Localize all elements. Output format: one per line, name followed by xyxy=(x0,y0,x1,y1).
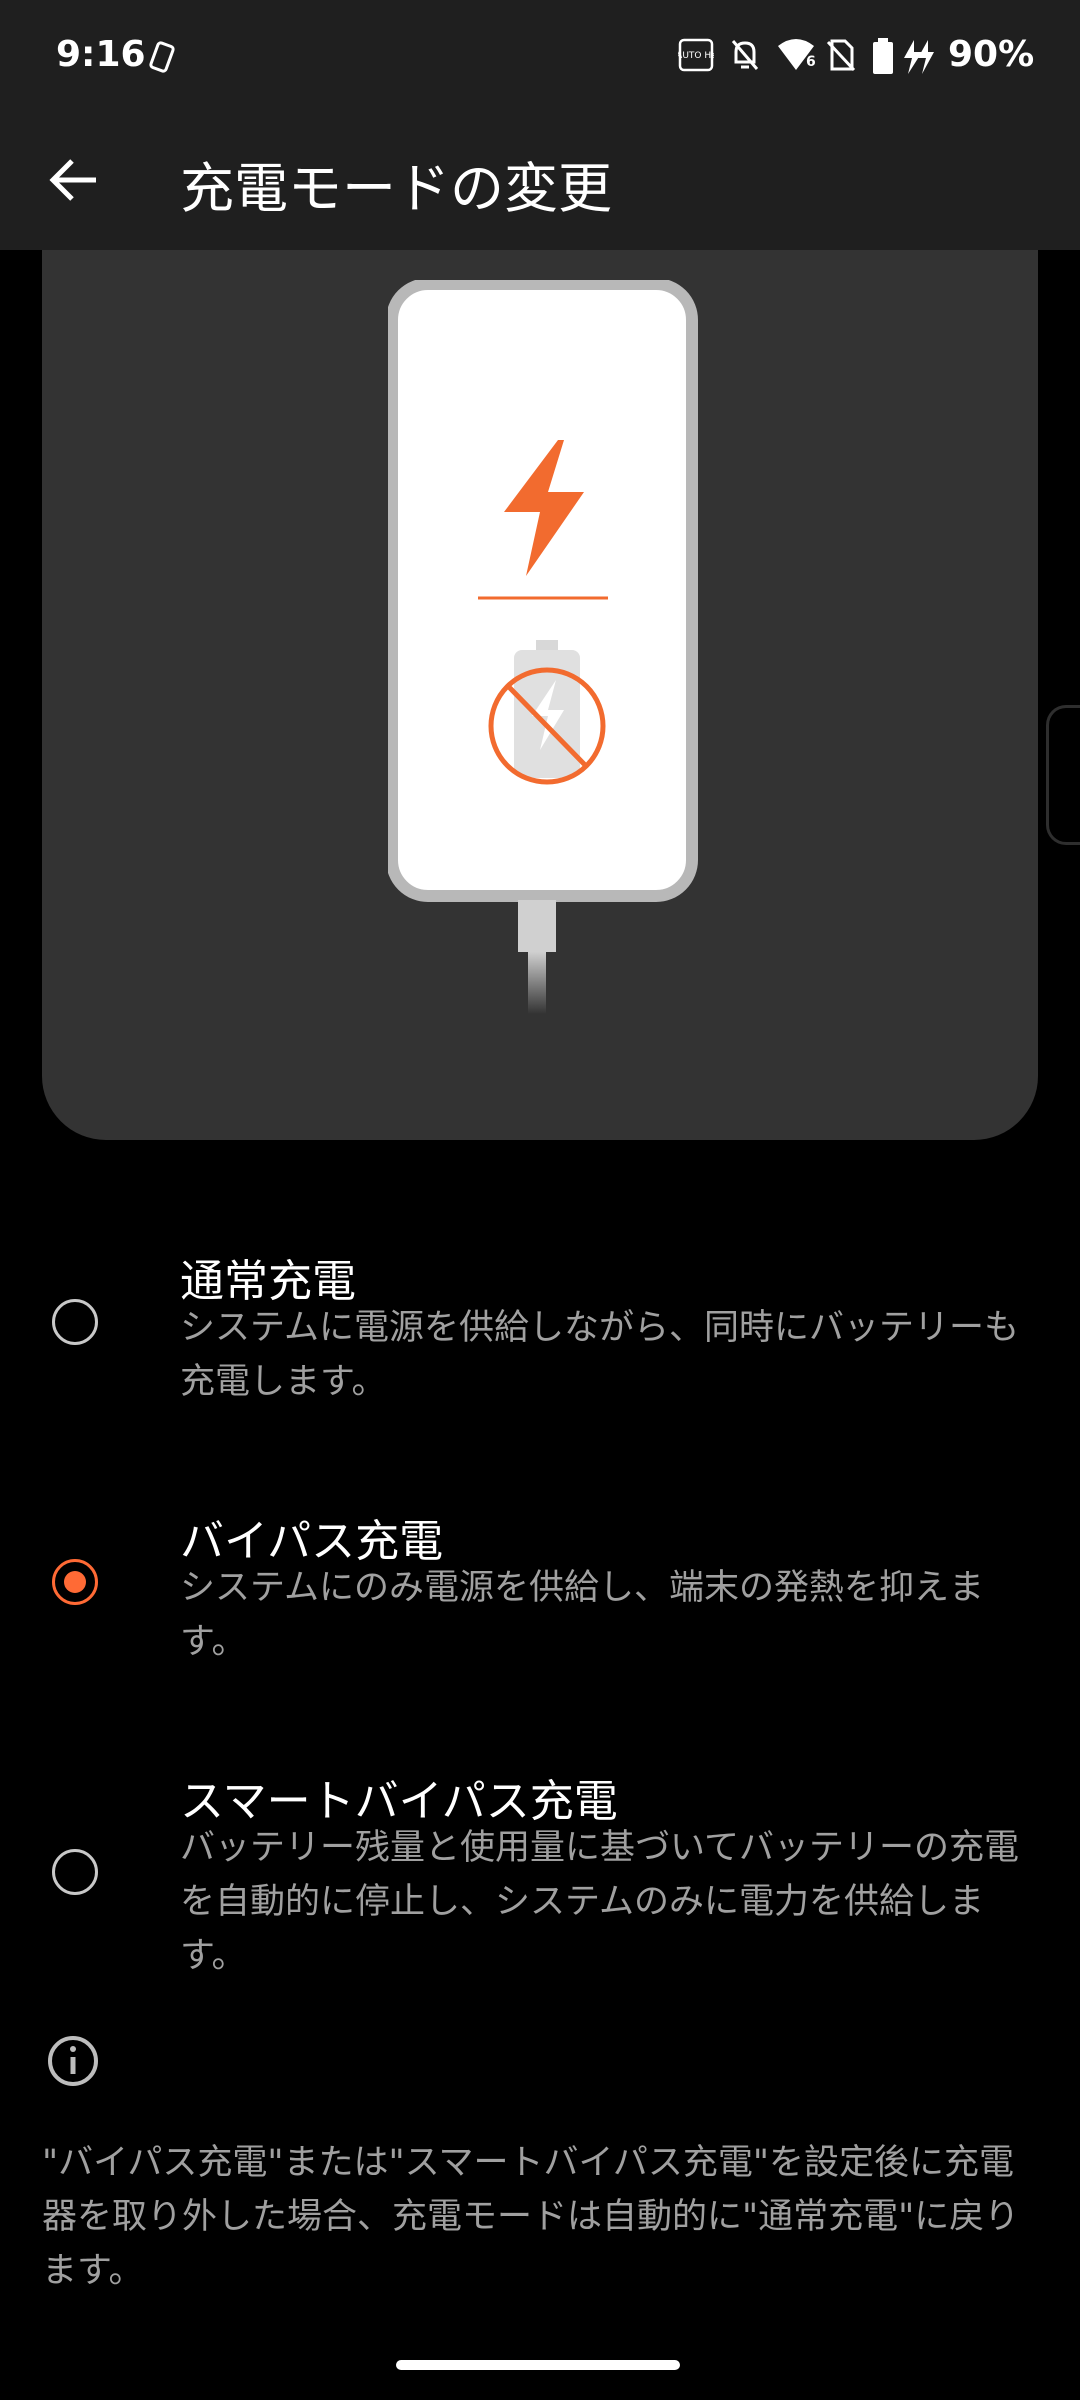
info-icon xyxy=(48,2036,98,2086)
auto-hz-label: AUTO Hz xyxy=(678,51,714,61)
notifications-off-icon xyxy=(731,40,759,70)
option-normal-charging[interactable]: 通常充電 システムに電源を供給しながら、同時にバッテリーも充電します。 xyxy=(0,1245,1080,1415)
radio-bypass-charging[interactable] xyxy=(52,1559,98,1605)
option-title: スマートバイパス充電 xyxy=(180,1776,618,1827)
radio-smart-bypass-charging[interactable] xyxy=(52,1849,98,1895)
rotate-icon xyxy=(149,41,175,73)
app-bar: 充電モードの変更 xyxy=(0,120,1080,250)
back-arrow-icon[interactable] xyxy=(40,145,110,215)
phone-bypass-illustration xyxy=(388,280,698,1014)
page-title: 充電モードの変更 xyxy=(180,157,612,220)
charging-illustration-card xyxy=(42,250,1038,1140)
wifi-icon: 6 xyxy=(778,39,816,70)
battery-icon xyxy=(873,38,893,74)
battery-percentage: 90% xyxy=(948,34,1035,75)
wifi-badge: 6 xyxy=(806,54,816,70)
option-description: バッテリー残量と使用量に基づいてバッテリーの充電を自動的に停止し、システムのみに… xyxy=(180,1828,1019,1976)
option-description: システムにのみ電源を供給し、端末の発熱を抑えます。 xyxy=(180,1568,984,1662)
edge-panel-handle[interactable] xyxy=(1046,705,1080,845)
no-sim-icon xyxy=(826,39,856,72)
option-description: システムに電源を供給しながら、同時にバッテリーも充電します。 xyxy=(180,1308,1019,1402)
radio-normal-charging[interactable] xyxy=(52,1299,98,1345)
option-title: 通常充電 xyxy=(180,1256,356,1307)
status-bar: 9:16 AUTO Hz 6 90% xyxy=(0,0,1080,120)
option-bypass-charging[interactable]: バイパス充電 システムにのみ電源を供給し、端末の発熱を抑えます。 xyxy=(0,1505,1080,1675)
footer-note: "バイパス充電"または"スマートバイパス充電"を設定後に充電器を取り外した場合、… xyxy=(42,2143,1020,2291)
auto-hz-icon: AUTO Hz xyxy=(678,38,714,72)
option-smart-bypass-charging[interactable]: スマートバイパス充電 バッテリー残量と使用量に基づいてバッテリーの充電を自動的に… xyxy=(0,1765,1080,1995)
charging-icon xyxy=(904,40,934,74)
option-title: バイパス充電 xyxy=(180,1516,444,1567)
home-indicator[interactable] xyxy=(396,2360,680,2370)
status-time: 9:16 xyxy=(56,34,146,75)
